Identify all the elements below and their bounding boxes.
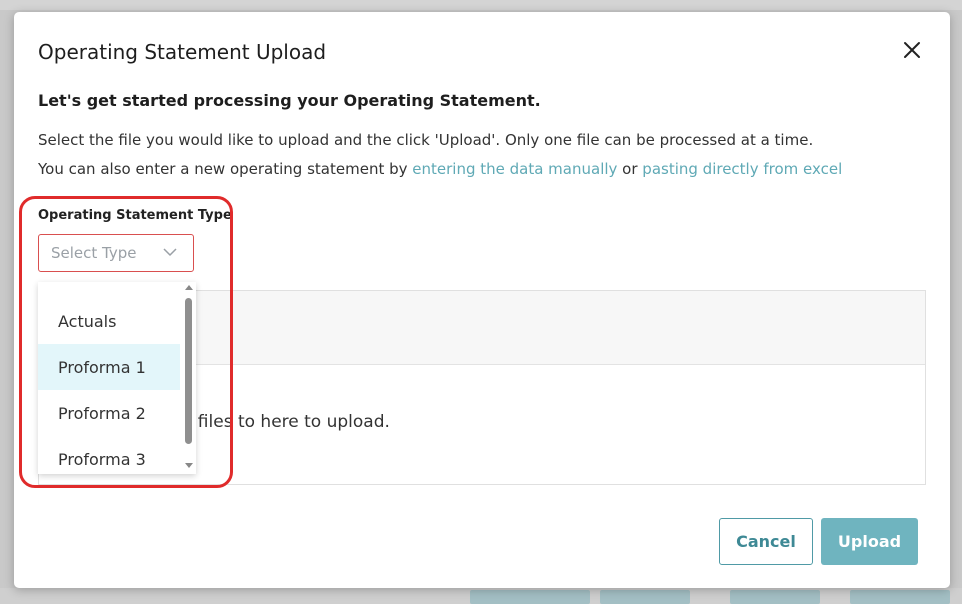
statement-type-dropdown: Actuals Proforma 1 Proforma 2 Proforma 3 bbox=[38, 282, 196, 474]
background-element bbox=[600, 590, 690, 604]
alt-text-prefix: You can also enter a new operating state… bbox=[38, 160, 413, 178]
background-top bbox=[0, 0, 962, 10]
chevron-down-icon bbox=[163, 248, 177, 257]
background-element bbox=[470, 590, 590, 604]
upload-button[interactable]: Upload bbox=[821, 518, 918, 565]
background-element bbox=[850, 590, 950, 604]
upload-modal: Operating Statement Upload Let's get sta… bbox=[14, 12, 950, 588]
option-proforma-1[interactable]: Proforma 1 bbox=[38, 344, 180, 390]
option-proforma-2[interactable]: Proforma 2 bbox=[38, 390, 180, 436]
enter-manually-link[interactable]: entering the data manually bbox=[412, 160, 617, 178]
alt-text-or: or bbox=[617, 160, 643, 178]
dropdown-scrollbar[interactable] bbox=[182, 282, 196, 474]
scroll-up-arrow-icon[interactable] bbox=[185, 285, 193, 290]
close-button[interactable] bbox=[900, 38, 924, 62]
statement-type-label: Operating Statement Type bbox=[38, 208, 232, 223]
alternative-entry-text: You can also enter a new operating state… bbox=[38, 160, 842, 178]
instructions-text: Select the file you would like to upload… bbox=[38, 131, 814, 149]
select-placeholder: Select Type bbox=[51, 244, 137, 262]
scroll-down-arrow-icon[interactable] bbox=[185, 463, 193, 468]
option-proforma-3[interactable]: Proforma 3 bbox=[38, 436, 180, 482]
option-actuals[interactable]: Actuals bbox=[38, 298, 180, 344]
scrollbar-thumb[interactable] bbox=[185, 298, 192, 444]
dropzone-text: o files to here to upload. bbox=[182, 412, 390, 432]
paste-from-excel-link[interactable]: pasting directly from excel bbox=[642, 160, 842, 178]
background-element bbox=[730, 590, 820, 604]
close-icon bbox=[904, 42, 920, 58]
modal-title: Operating Statement Upload bbox=[38, 40, 327, 64]
modal-heading: Let's get started processing your Operat… bbox=[38, 91, 541, 110]
statement-type-select[interactable]: Select Type bbox=[38, 234, 194, 272]
cancel-button[interactable]: Cancel bbox=[719, 518, 813, 565]
